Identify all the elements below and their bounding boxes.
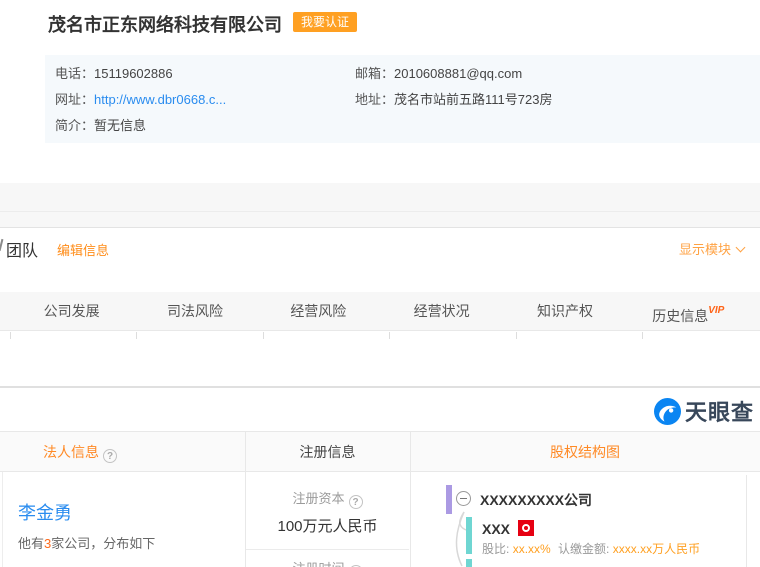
header-equity-structure: 股权结构图 <box>410 432 760 472</box>
divider <box>516 332 517 339</box>
intro-value: 暂无信息 <box>94 118 146 133</box>
phone-row: 电话：15119602886 <box>55 63 173 82</box>
edit-info-link[interactable]: 编辑信息 <box>57 240 109 259</box>
tianyancha-logo-text: 天眼查 <box>685 395 754 427</box>
legal-person-summary: 他有3家公司，分布如下 <box>18 533 155 552</box>
phone-value: 15119602886 <box>94 66 173 81</box>
website-label: 网址： <box>55 92 94 107</box>
divider <box>246 549 409 550</box>
header-registration: 注册信息 <box>245 432 410 472</box>
phone-label: 电话： <box>55 66 94 81</box>
company-logo-icon <box>518 520 534 536</box>
divider <box>389 332 390 339</box>
clipped-glyph <box>0 239 3 251</box>
registered-capital-value: 100万元人民币 <box>245 515 410 536</box>
divider <box>10 332 11 339</box>
company-detail-table: 法人信息 注册信息 股权结构图 李金勇 他有3家公司，分布如下 注册资本 100… <box>0 431 760 567</box>
collapse-minus-icon[interactable] <box>456 491 471 506</box>
website-link[interactable]: http://www.dbr0668.c... <box>94 92 226 107</box>
divider <box>746 475 747 567</box>
address-value: 茂名市站前五路111号723房 <box>394 92 552 107</box>
question-circle-icon[interactable] <box>103 449 117 463</box>
section-tabbar: 公司发展 司法风险 经营风险 经营状况 知识产权 历史信息VIP <box>0 292 760 331</box>
question-circle-icon[interactable] <box>349 495 363 509</box>
display-modules-label: 显示模块 <box>679 242 731 257</box>
tab-operation-status[interactable]: 经营状况 <box>380 292 503 330</box>
intro-row: 简介：暂无信息 <box>55 115 146 134</box>
share-ratio-value: xx.xx% <box>513 542 551 556</box>
address-label: 地址： <box>355 92 394 107</box>
team-section-bar: 团队 编辑信息 显示模块 <box>0 228 760 292</box>
vip-badge: VIP <box>708 305 724 316</box>
tab-operation-risk[interactable]: 经营风险 <box>257 292 380 330</box>
equity-share-details: 股比: xx.xx% 认缴金额: xxxx.xx万人民币 <box>482 540 700 557</box>
equity-connector-lines <box>440 506 480 567</box>
tab-company-development[interactable]: 公司发展 <box>10 292 133 330</box>
tianyancha-logo[interactable]: 天眼查 <box>654 395 754 427</box>
tab-history-info[interactable]: 历史信息VIP <box>627 292 750 330</box>
column-divider <box>410 432 411 567</box>
display-modules-control[interactable]: 显示模块 <box>679 239 744 258</box>
divider <box>263 332 264 339</box>
address-row: 地址：茂名市站前五路111号723房 <box>355 89 552 108</box>
divider <box>136 332 137 339</box>
header-legal-person: 法人信息 <box>43 432 117 472</box>
email-row: 邮箱：2010608881@qq.com <box>355 63 522 82</box>
email-label: 邮箱： <box>355 66 394 81</box>
tab-judicial-risk[interactable]: 司法风险 <box>133 292 256 330</box>
team-section-title: 团队 <box>6 237 38 261</box>
divider <box>642 332 643 339</box>
legal-person-link[interactable]: 李金勇 <box>18 499 72 525</box>
child-node-bar <box>466 517 472 554</box>
email-value: 2010608881@qq.com <box>394 66 522 81</box>
website-row: 网址：http://www.dbr0668.c... <box>55 89 226 108</box>
registered-capital-label: 注册资本 <box>245 488 410 509</box>
subscribed-amount-value: xxxx.xx万人民币 <box>613 542 700 556</box>
equity-parent-company: XXXXXXXXX公司 <box>480 490 592 510</box>
parent-node-bar <box>446 485 452 514</box>
page-title: 茂名市正东网络科技有限公司 <box>48 11 282 37</box>
child-node-bar-clipped <box>466 559 472 567</box>
tianyancha-logo-icon <box>654 398 681 425</box>
verify-button[interactable]: 我要认证 <box>293 12 357 32</box>
intro-label: 简介： <box>55 118 94 133</box>
tab-intellectual-property[interactable]: 知识产权 <box>503 292 626 330</box>
chevron-down-icon <box>736 243 746 253</box>
registered-time-label: 注册时间 <box>245 558 410 567</box>
tianyancha-company-page: 茂名市正东网络科技有限公司 我要认证 电话：15119602886 邮箱：201… <box>0 0 760 567</box>
table-header-row: 法人信息 注册信息 股权结构图 <box>0 432 760 472</box>
divider <box>0 211 760 212</box>
module-band <box>0 183 760 228</box>
company-info-panel: 电话：15119602886 邮箱：2010608881@qq.com 网址：h… <box>45 55 760 143</box>
section-separator <box>0 386 760 388</box>
equity-shareholder-name: XXX <box>482 521 510 537</box>
